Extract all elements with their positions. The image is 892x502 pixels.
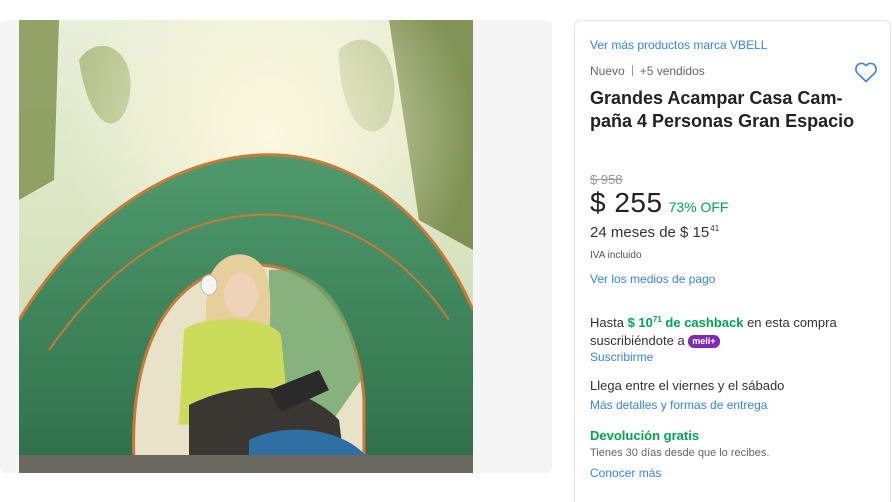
discount-badge: 73% OFF (668, 199, 729, 215)
heart-outline-icon[interactable] (854, 61, 878, 83)
cashback-label: de cashback (661, 315, 744, 330)
free-returns-title: Devolución gratis (590, 428, 700, 443)
cashback-prefix: Hasta (590, 315, 628, 330)
product-main-image[interactable] (19, 20, 473, 473)
original-price: $ 958 (590, 172, 623, 187)
installments-cents: 41 (710, 224, 720, 233)
cashback-amount-main: $ 10 (627, 315, 653, 330)
condition-separator (631, 65, 633, 76)
delivery-estimate: Llega entre el viernes y el sábado (590, 378, 785, 393)
product-title: Grandes Acampar Casa Cam-paña 4 Personas… (590, 88, 855, 131)
sold-count: +5 vendidos (639, 64, 705, 78)
installments-text: 24 meses de $ 1541 (590, 224, 719, 241)
brand-link[interactable]: Ver más productos marca VBELL (590, 38, 767, 52)
delivery-details-link[interactable]: Más detalles y formas de entrega (590, 398, 767, 412)
returns-learn-more-link[interactable]: Conocer más (590, 466, 661, 480)
current-price: $ 255 (590, 187, 663, 218)
cashback-amount: $ 1071 de cashback (628, 315, 744, 330)
installments-main: 24 meses de $ 15 (590, 224, 710, 241)
product-gallery (0, 20, 552, 473)
condition-line: Nuevo +5 vendidos (590, 64, 705, 78)
tent-photo-illustration (19, 20, 473, 473)
condition-state: Nuevo (590, 64, 625, 78)
purchase-panel: Ver más productos marca VBELL Nuevo +5 ve… (574, 20, 891, 502)
meli-plus-badge: meli+ (688, 335, 720, 348)
tax-note: IVA incluido (590, 250, 642, 261)
payment-methods-link[interactable]: Ver los medios de pago (590, 272, 715, 286)
cashback-amount-cents: 71 (652, 315, 662, 324)
price-row: $ 255 73% OFF (590, 187, 728, 219)
cashback-text: Hasta $ 1071 de cashback en esta compra … (590, 311, 870, 350)
subscribe-link[interactable]: Suscribirme (590, 350, 653, 364)
free-returns-subtitle: Tienes 30 días desde que lo recibes. (590, 447, 770, 459)
